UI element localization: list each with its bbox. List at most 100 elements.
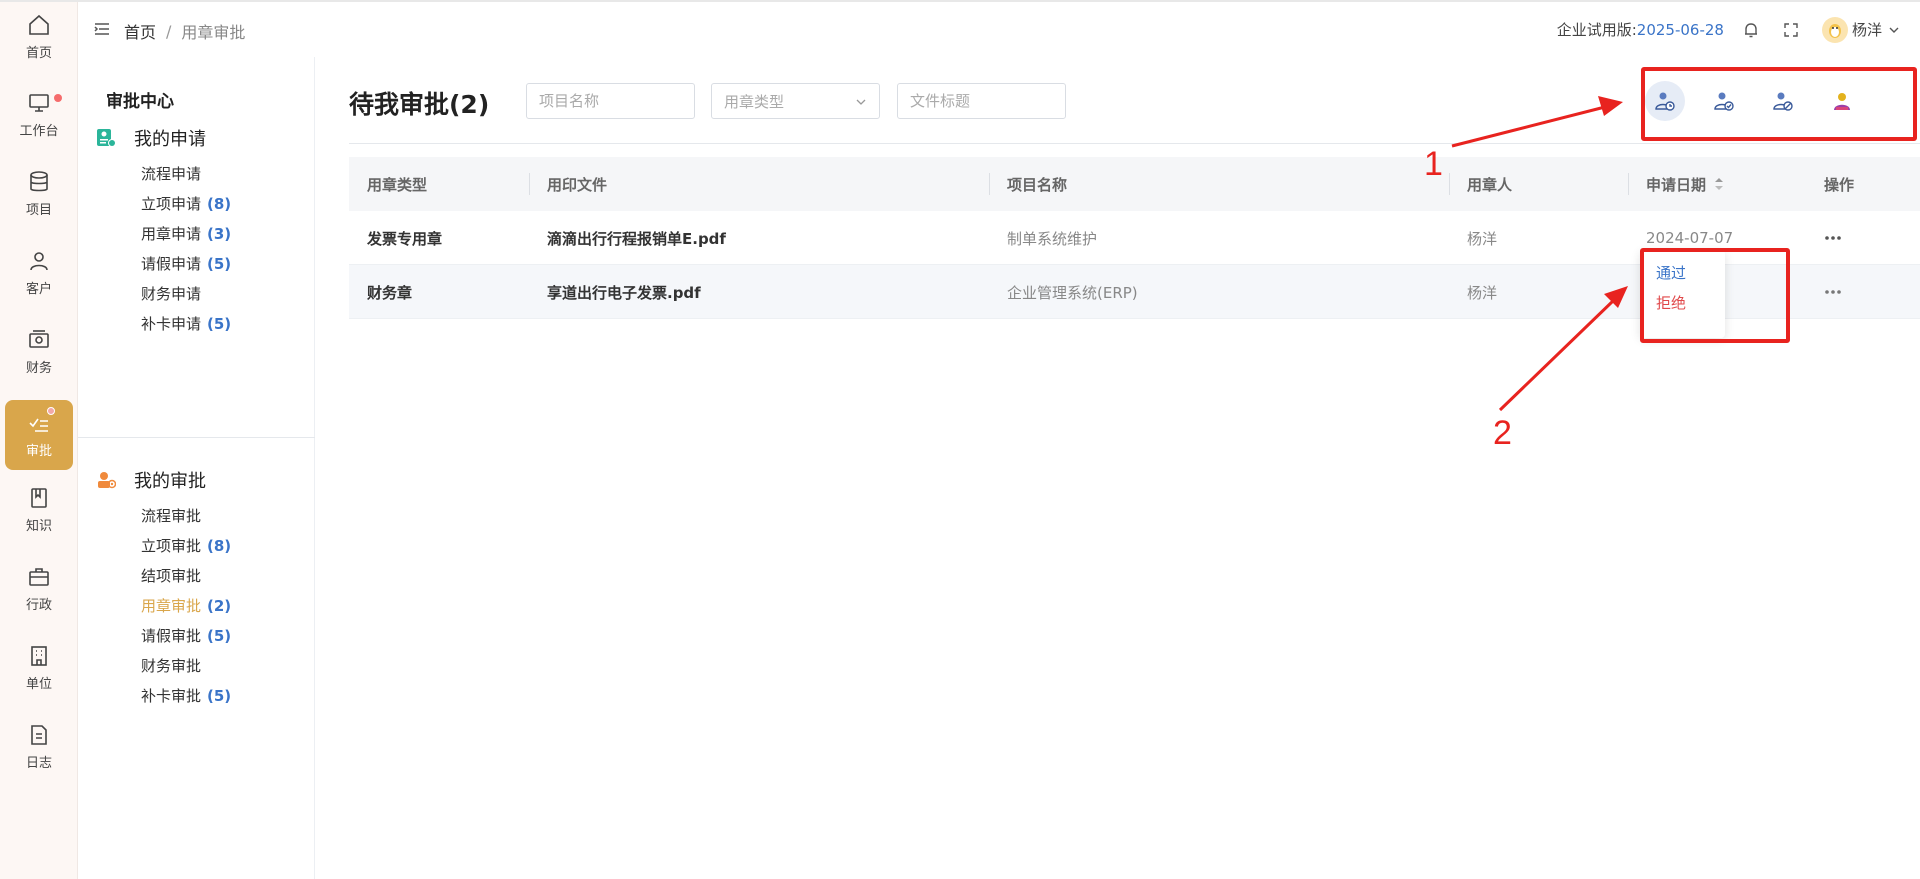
briefcase-icon bbox=[29, 568, 49, 586]
sidebar-item-leave-request[interactable]: 请假申请 (5) bbox=[141, 253, 231, 274]
sidebar-item-flow-request[interactable]: 流程申请 bbox=[141, 163, 207, 184]
document-icon bbox=[31, 725, 47, 745]
row-actions[interactable] bbox=[1824, 265, 1842, 319]
sidebar-item-clockin-approval[interactable]: 补卡审批 (5) bbox=[141, 685, 231, 706]
nav-item-approval[interactable]: 审批 bbox=[5, 400, 73, 470]
breadcrumb-current: 用章审批 bbox=[181, 23, 246, 42]
annotation-label-2: 2 bbox=[1493, 414, 1512, 452]
nav-item-customer[interactable]: 客户 bbox=[5, 238, 73, 308]
chevron-down-icon[interactable] bbox=[1888, 24, 1900, 36]
sidebar-item-leave-approval[interactable]: 请假审批 (5) bbox=[141, 625, 231, 646]
nav-label: 首页 bbox=[25, 46, 52, 61]
home-icon bbox=[29, 14, 49, 35]
nav-label: 工作台 bbox=[19, 124, 59, 139]
page-title: 待我审批(2) bbox=[349, 90, 490, 119]
nav-item-project[interactable]: 项目 bbox=[5, 159, 73, 229]
cell-seal-type: 财务章 bbox=[367, 283, 413, 302]
nav-item-log[interactable]: 日志 bbox=[5, 712, 73, 782]
nav-label: 行政 bbox=[25, 598, 52, 613]
project-name-filter[interactable] bbox=[526, 83, 695, 119]
approval-sidebar: 审批中心 我的申请 流程申请 立项申请 (8) 用章申请 (3) 请假申请 (5) 财… bbox=[78, 57, 315, 879]
user-icon bbox=[30, 252, 48, 271]
col-file: 用印文件 bbox=[547, 175, 608, 194]
sidebar-divider bbox=[78, 437, 315, 438]
table-header: 用章类型 用印文件 项目名称 用章人 申请日期 操作 bbox=[349, 157, 1920, 211]
doc-title-input[interactable] bbox=[910, 92, 1053, 110]
sidebar-item-closing-approval[interactable]: 结项审批 bbox=[141, 565, 207, 586]
sidebar-item-project-approval[interactable]: 立项审批 (8) bbox=[141, 535, 231, 556]
header-right: 企业试用版: 2025-06-28 杨洋 bbox=[1557, 2, 1900, 57]
annotation-box-2 bbox=[1640, 248, 1790, 343]
group-heading: 我的审批 bbox=[134, 471, 206, 492]
nav-label: 项目 bbox=[25, 203, 52, 218]
seal-type-select[interactable]: 用章类型 bbox=[711, 83, 880, 119]
nav-label: 知识 bbox=[25, 519, 52, 534]
cell-project: 制单系统维护 bbox=[1007, 229, 1098, 248]
sort-icon[interactable] bbox=[1714, 177, 1724, 191]
group-my-requests: 我的申请 bbox=[96, 125, 206, 151]
annotation-box-1 bbox=[1641, 67, 1917, 141]
avatar[interactable] bbox=[1821, 16, 1848, 43]
trial-date: 2025-06-28 bbox=[1636, 20, 1724, 39]
building-icon bbox=[31, 646, 47, 666]
nav-label: 审批 bbox=[25, 444, 52, 459]
database-icon bbox=[30, 171, 48, 192]
nav-rail: 首页 工作台 项目 客户 财务 审批 知识 行政 单位 日志 bbox=[0, 2, 78, 879]
title-divider bbox=[349, 143, 1920, 144]
more-icon[interactable] bbox=[1824, 235, 1842, 241]
nav-label: 单位 bbox=[25, 677, 52, 692]
cell-file[interactable]: 享道出行电子发票.pdf bbox=[547, 265, 701, 319]
cell-file[interactable]: 滴滴出行行程报销单E.pdf bbox=[547, 211, 726, 265]
fullscreen-icon[interactable] bbox=[1782, 21, 1800, 39]
breadcrumb-separator: / bbox=[166, 21, 172, 41]
breadcrumb-home[interactable]: 首页 bbox=[124, 19, 156, 43]
col-actions: 操作 bbox=[1824, 175, 1855, 194]
my-approvals-icon bbox=[98, 472, 116, 489]
group-heading: 我的申请 bbox=[134, 129, 206, 150]
main-content: 待我审批(2) 用章类型 用章类型 用印文件 项目名称 用 bbox=[315, 57, 1920, 879]
col-project: 项目名称 bbox=[1007, 175, 1068, 194]
wallet-icon bbox=[29, 330, 49, 348]
sidebar-item-finance-approval[interactable]: 财务审批 bbox=[141, 655, 207, 676]
sidebar-item-seal-approval[interactable]: 用章审批 (2) bbox=[141, 595, 231, 616]
cell-project: 企业管理系统(ERP) bbox=[1007, 283, 1138, 302]
sidebar-item-seal-request[interactable]: 用章申请 (3) bbox=[141, 223, 231, 244]
nav-label: 财务 bbox=[25, 361, 52, 376]
my-requests-icon bbox=[97, 129, 116, 147]
sidebar-item-flow-approval[interactable]: 流程审批 bbox=[141, 505, 207, 526]
chevron-down-icon bbox=[856, 99, 866, 105]
top-header: 首页 / 用章审批 企业试用版: 2025-06-28 杨洋 bbox=[78, 2, 1920, 57]
project-name-input[interactable] bbox=[539, 92, 682, 110]
more-icon[interactable] bbox=[1824, 289, 1842, 295]
breadcrumb: 首页 / 用章审批 bbox=[124, 19, 245, 43]
sidebar-item-finance-request[interactable]: 财务申请 bbox=[141, 283, 207, 304]
col-date[interactable]: 申请日期 bbox=[1646, 157, 1724, 211]
nav-item-finance[interactable]: 财务 bbox=[5, 317, 73, 387]
nav-item-knowledge[interactable]: 知识 bbox=[5, 475, 73, 545]
sidebar-item-clockin-request[interactable]: 补卡申请 (5) bbox=[141, 313, 231, 334]
cell-user: 杨洋 bbox=[1467, 283, 1498, 302]
checklist-icon bbox=[29, 418, 48, 432]
trial-label: 企业试用版: bbox=[1556, 21, 1637, 39]
nav-item-workbench[interactable]: 工作台 bbox=[5, 80, 73, 150]
nav-item-unit[interactable]: 单位 bbox=[5, 633, 73, 703]
seal-type-placeholder: 用章类型 bbox=[724, 92, 785, 111]
sidebar-title: 审批中心 bbox=[106, 92, 174, 112]
nav-label: 客户 bbox=[25, 282, 52, 297]
nav-item-admin[interactable]: 行政 bbox=[5, 554, 73, 624]
menu-toggle-icon[interactable] bbox=[94, 21, 110, 37]
sidebar-item-project-request[interactable]: 立项申请 (8) bbox=[141, 193, 231, 214]
cell-seal-type: 发票专用章 bbox=[367, 229, 443, 248]
doc-title-filter[interactable] bbox=[897, 83, 1066, 119]
nav-label: 日志 bbox=[25, 756, 52, 771]
col-seal-type: 用章类型 bbox=[367, 175, 428, 194]
bell-icon[interactable] bbox=[1742, 21, 1760, 39]
row-actions[interactable] bbox=[1824, 211, 1842, 265]
group-my-approvals: 我的审批 bbox=[96, 467, 206, 493]
monitor-icon bbox=[29, 94, 49, 112]
notification-dot bbox=[54, 94, 62, 102]
username[interactable]: 杨洋 bbox=[1852, 19, 1882, 40]
nav-item-home[interactable]: 首页 bbox=[5, 2, 73, 72]
annotation-label-1: 1 bbox=[1424, 145, 1443, 183]
cell-user: 杨洋 bbox=[1467, 229, 1498, 248]
